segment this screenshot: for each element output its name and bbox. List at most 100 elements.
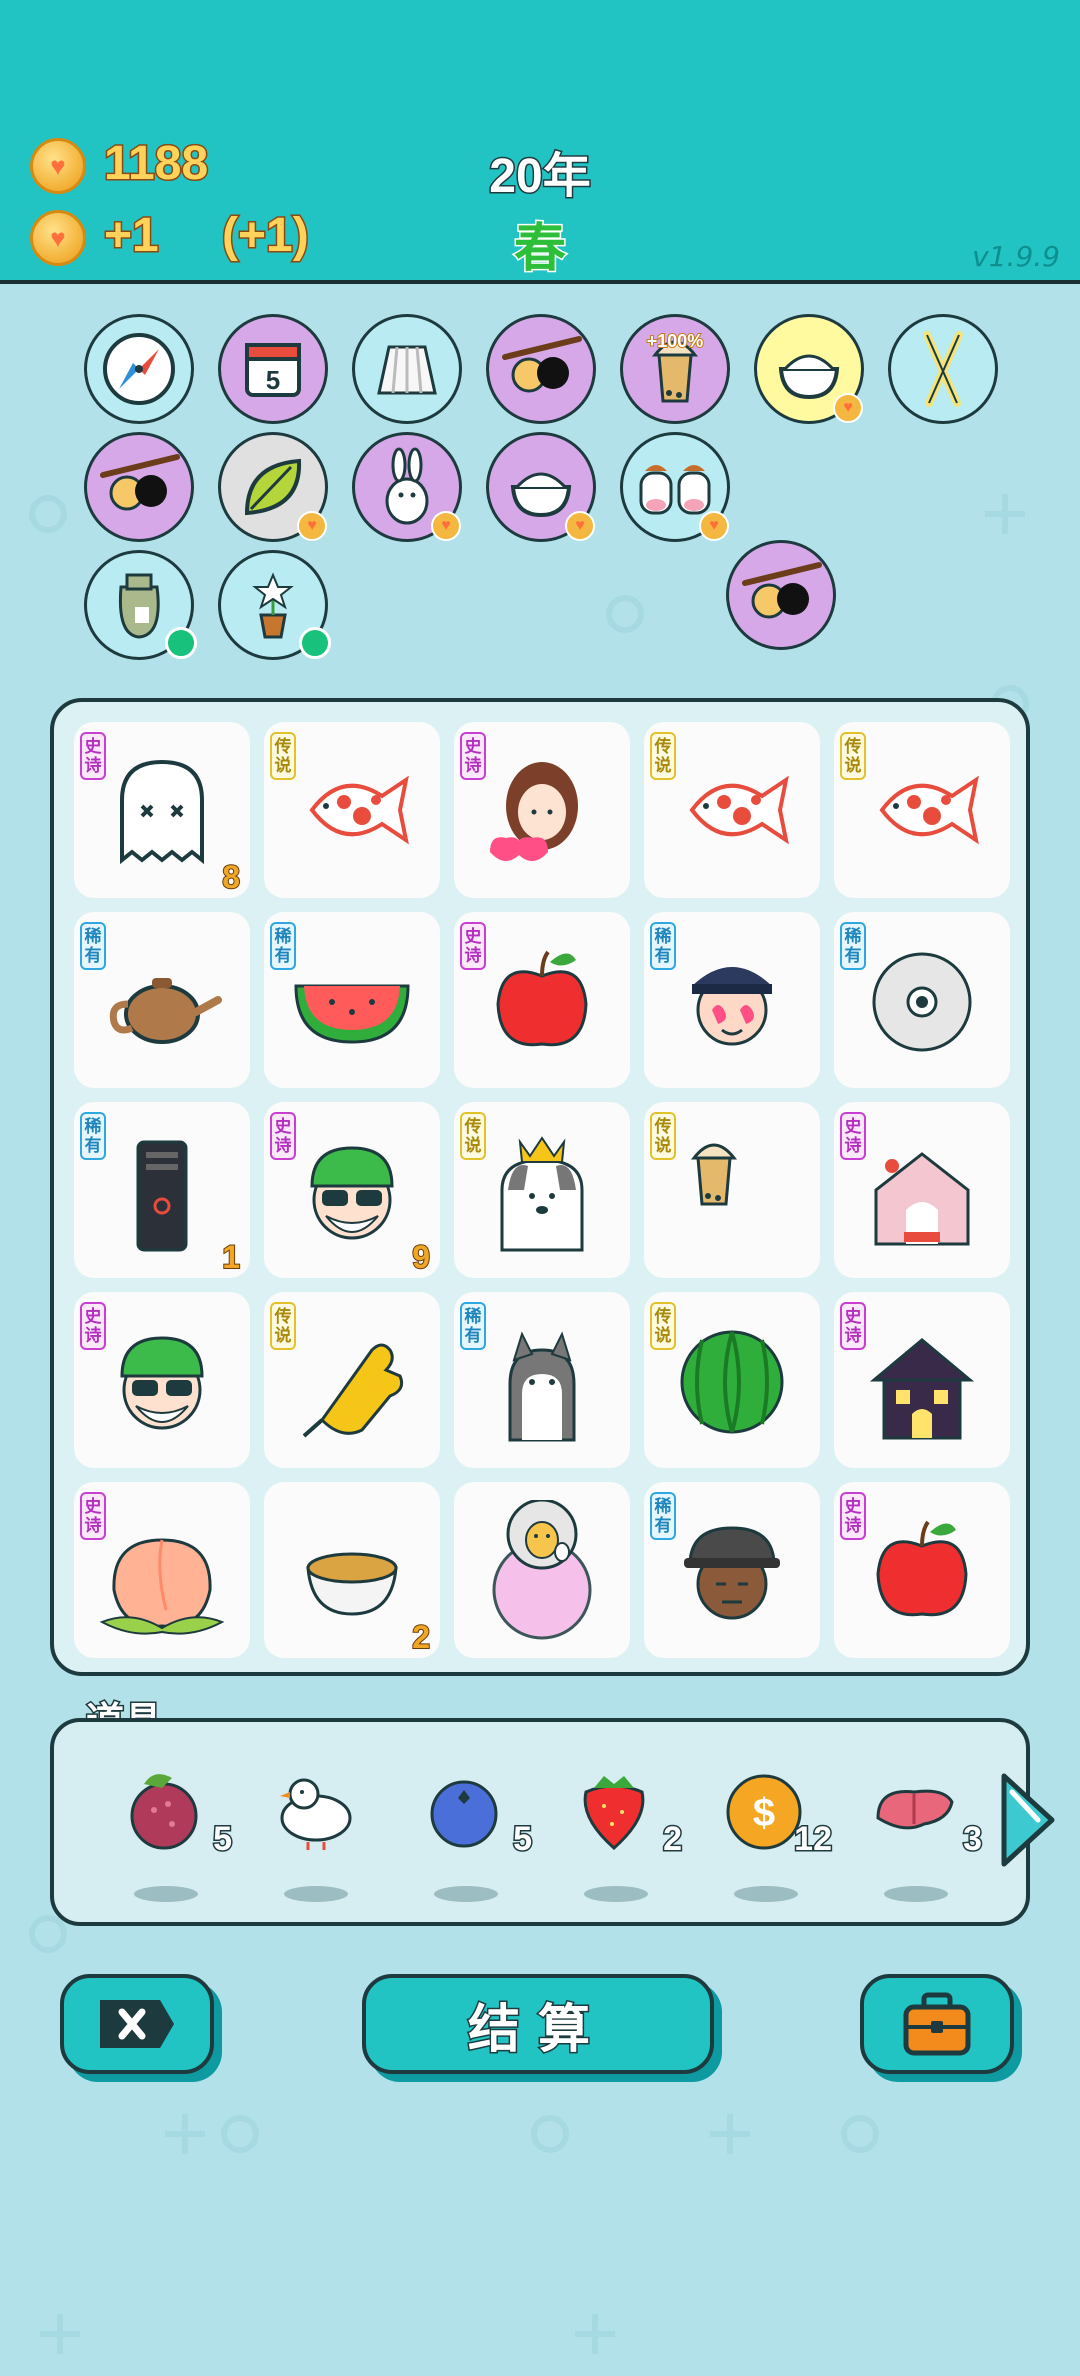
board-cell-pet-house[interactable]: 史诗 bbox=[834, 1102, 1010, 1278]
item-blueberry[interactable]: 5 bbox=[404, 1758, 533, 1902]
buff-rice-bowl[interactable]: ♥ bbox=[486, 432, 596, 542]
version-label: v1.9.9 bbox=[972, 240, 1060, 273]
koi-icon bbox=[879, 775, 979, 845]
buff-flower-pot[interactable] bbox=[218, 550, 331, 660]
item-liver[interactable]: 3 bbox=[854, 1758, 983, 1902]
rarity-tag-legend: 传说 bbox=[650, 1112, 676, 1160]
board-cell-police-face[interactable]: 稀有 bbox=[644, 912, 820, 1088]
board-cell-peach[interactable]: 史诗 bbox=[74, 1482, 250, 1658]
buff-compass[interactable] bbox=[84, 314, 194, 424]
board-cell-ghost[interactable]: 史诗 8 bbox=[74, 722, 250, 898]
rarity-tag-epic: 史诗 bbox=[460, 732, 486, 780]
item-lychee[interactable]: 5 bbox=[104, 1758, 233, 1902]
board-cell-watermelon-slice[interactable]: 稀有 bbox=[264, 912, 440, 1088]
koi-icon bbox=[689, 775, 789, 845]
status-dot bbox=[299, 627, 331, 659]
buff-skirt[interactable] bbox=[352, 314, 462, 424]
board-cell-koi[interactable]: 传说 bbox=[264, 722, 440, 898]
board-cell-watermelon[interactable]: 传说 bbox=[644, 1292, 820, 1468]
rarity-tag-legend: 传说 bbox=[270, 732, 296, 780]
item-count: 3 bbox=[962, 1819, 984, 1860]
item-shadow bbox=[584, 1886, 648, 1902]
buff-eyepatch-ball[interactable] bbox=[726, 540, 836, 650]
income-bonus: (+1) bbox=[221, 208, 311, 264]
item-coin-dollar[interactable]: $12 bbox=[704, 1758, 833, 1902]
board-cell-cd[interactable]: 稀有 bbox=[834, 912, 1010, 1088]
rarity-tag-rare: 稀有 bbox=[270, 922, 296, 970]
heart-badge-icon: ♥ bbox=[565, 511, 595, 541]
husky-king-icon bbox=[500, 1136, 584, 1252]
item-shadow bbox=[884, 1886, 948, 1902]
board-cell-koi[interactable]: 传说 bbox=[644, 722, 820, 898]
board-cell-green-hat-face[interactable]: 史诗 bbox=[74, 1292, 250, 1468]
board-cell-chick-globe[interactable] bbox=[454, 1482, 630, 1658]
cell-count: 8 bbox=[221, 858, 241, 896]
board-cell-bucket-hat-man[interactable]: 稀有 bbox=[644, 1482, 820, 1658]
game-board: 史诗 8 传说 史诗 传说 传说 稀有 稀有 史诗 稀有 稀有 稀有 1 史诗 9 传说 传说 史诗 史诗 传说 稀有传… bbox=[50, 698, 1030, 1676]
board-cell-teapot[interactable]: 稀有 bbox=[74, 912, 250, 1088]
cell-count: 2 bbox=[411, 1618, 431, 1656]
buff-rabbit[interactable]: ♥ bbox=[352, 432, 462, 542]
board-cell-husky-king[interactable]: 传说 bbox=[454, 1102, 630, 1278]
rarity-tag-epic: 史诗 bbox=[270, 1112, 296, 1160]
buff-bonus-label: +100% bbox=[646, 330, 705, 352]
cell-count: 1 bbox=[221, 1238, 241, 1276]
status-dot bbox=[165, 627, 197, 659]
board-cell-girl[interactable]: 史诗 bbox=[454, 722, 630, 898]
eyepatch-ball-icon bbox=[742, 562, 822, 619]
calendar-day-label: 5 bbox=[266, 365, 280, 395]
board-cell-apple[interactable]: 史诗 bbox=[454, 912, 630, 1088]
buff-bubble-tea[interactable]: +100% bbox=[620, 314, 730, 424]
cell-count: 9 bbox=[411, 1238, 431, 1276]
watermelon-icon bbox=[680, 1330, 784, 1434]
inventory-button[interactable] bbox=[860, 1974, 1014, 2074]
rarity-tag-legend: 传说 bbox=[650, 732, 676, 780]
chopsticks-icon bbox=[923, 331, 963, 407]
item-strawberry[interactable]: 2 bbox=[554, 1758, 683, 1902]
delete-icon bbox=[100, 2000, 174, 2048]
liver-icon bbox=[876, 1789, 954, 1830]
rarity-tag-rare: 稀有 bbox=[840, 922, 866, 970]
compass-icon bbox=[103, 333, 175, 405]
item-dove[interactable] bbox=[254, 1758, 374, 1902]
board-cell-haunted-house[interactable]: 史诗 bbox=[834, 1292, 1010, 1468]
rarity-tag-epic: 史诗 bbox=[840, 1112, 866, 1160]
next-arrow-icon[interactable] bbox=[998, 1770, 1058, 1870]
board-cell-bowl[interactable]: 2 bbox=[264, 1482, 440, 1658]
board-cell-husky[interactable]: 稀有 bbox=[454, 1292, 630, 1468]
board-cell-bubble-tea[interactable]: 传说 bbox=[644, 1102, 820, 1278]
buff-sack[interactable] bbox=[84, 550, 197, 660]
discard-button[interactable] bbox=[60, 1974, 214, 2074]
board-cell-pointing-hand[interactable]: 传说 bbox=[264, 1292, 440, 1468]
teapot-icon bbox=[109, 978, 222, 1044]
items-panel: 5 5 2 $12 3 bbox=[50, 1718, 1030, 1926]
dove-icon bbox=[280, 1778, 352, 1850]
rarity-tag-epic: 史诗 bbox=[460, 922, 486, 970]
rarity-tag-rare: 稀有 bbox=[460, 1302, 486, 1350]
buff-chopsticks[interactable] bbox=[888, 314, 998, 424]
season-label: 春 bbox=[512, 219, 567, 280]
item-shadow bbox=[734, 1886, 798, 1902]
board-cell-apple[interactable]: 史诗 bbox=[834, 1482, 1010, 1658]
buff-cows[interactable]: ♥ bbox=[620, 432, 730, 542]
buff-eyepatch-ball[interactable] bbox=[486, 314, 596, 424]
board-cell-pc-tower[interactable]: 稀有 1 bbox=[74, 1102, 250, 1278]
pc-tower-icon bbox=[136, 1140, 188, 1252]
strawberry-icon bbox=[583, 1776, 645, 1851]
buff-eyepatch-ball[interactable] bbox=[84, 432, 194, 542]
settle-button[interactable]: 结算 bbox=[362, 1974, 714, 2074]
haunted-house-icon bbox=[869, 1338, 975, 1440]
rarity-tag-epic: 史诗 bbox=[80, 732, 106, 780]
income-value: +1 bbox=[103, 208, 161, 264]
income-coin-icon: ♥ bbox=[30, 210, 86, 266]
buff-calendar[interactable]: 5 bbox=[218, 314, 328, 424]
board-cell-koi[interactable]: 传说 bbox=[834, 722, 1010, 898]
buff-leaf[interactable]: ♥ bbox=[218, 432, 328, 542]
eyepatch-ball-icon bbox=[100, 454, 180, 511]
buff-rice-bowl[interactable]: ♥ bbox=[754, 314, 864, 424]
board-cell-green-hat-face[interactable]: 史诗 9 bbox=[264, 1102, 440, 1278]
svg-text:$: $ bbox=[753, 1791, 775, 1835]
ghost-icon bbox=[120, 759, 204, 865]
rarity-tag-epic: 史诗 bbox=[840, 1492, 866, 1540]
rarity-tag-legend: 传说 bbox=[460, 1112, 486, 1160]
